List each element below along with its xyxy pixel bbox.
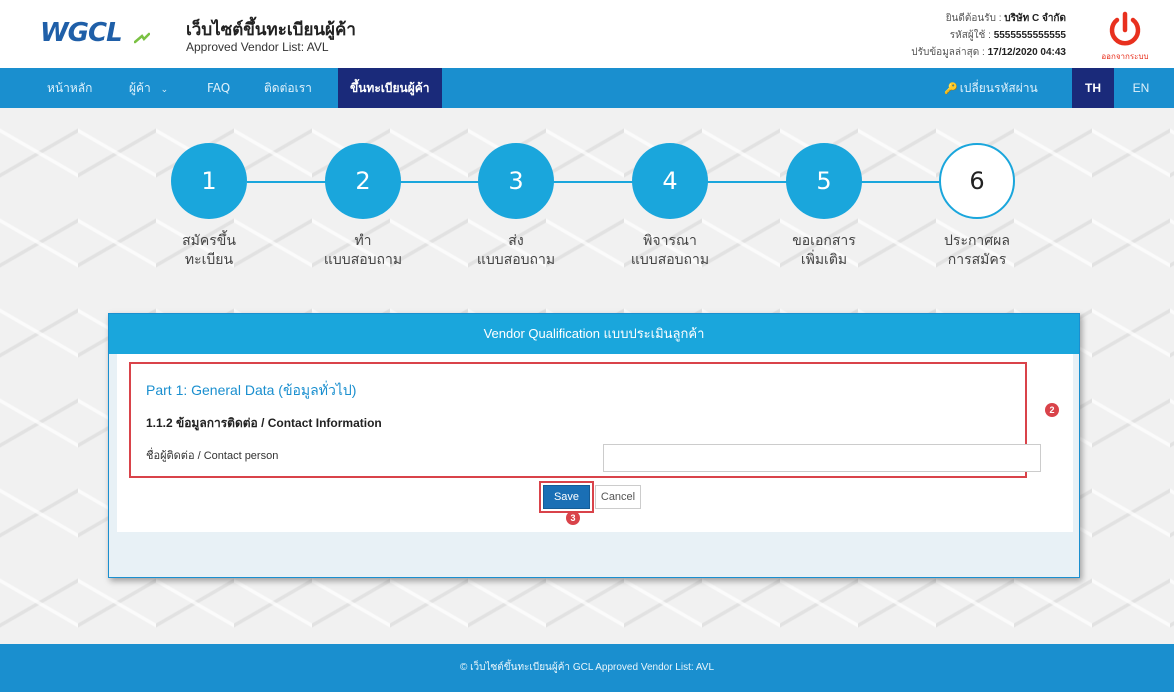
change-password-label: เปลี่ยนรหัสผ่าน xyxy=(959,81,1038,95)
annotation-badge-3: 3 xyxy=(566,511,580,525)
nav-contact[interactable]: ติดต่อเรา xyxy=(264,68,312,108)
step-1-circle: 1 xyxy=(171,143,247,219)
user-id-value: 5555555555555 xyxy=(993,30,1066,41)
logout-button[interactable]: ออกจากระบบ xyxy=(1090,10,1160,61)
site-title: เว็บไซต์ขึ้นทะเบียนผู้ค้า xyxy=(186,20,356,40)
welcome-company: บริษัท C จำกัด xyxy=(1004,13,1066,24)
step-3-label: ส่ง แบบสอบถาม xyxy=(476,233,556,268)
step-1-label: สมัครขึ้น ทะเบียน xyxy=(182,233,236,268)
wgcl-logo[interactable]: WGCL xyxy=(40,18,152,54)
logo-text: WGCL xyxy=(40,18,123,48)
nav-home[interactable]: หน้าหลัก xyxy=(47,68,92,108)
logout-label: ออกจากระบบ xyxy=(1101,52,1149,61)
step-2-label: ทำ แบบสอบถาม xyxy=(323,233,403,268)
main-nav: หน้าหลัก ผู้ค้า ⌄ FAQ ติดต่อเรา ขึ้นทะเบ… xyxy=(0,68,1174,108)
nav-vendor-label: ผู้ค้า xyxy=(129,81,151,95)
contact-person-label: ชื่อผู้ติดต่อ / Contact person xyxy=(146,450,279,462)
step-2-circle: 2 xyxy=(325,143,401,219)
panel-title: Vendor Qualification แบบประเมินลูกค้า xyxy=(109,314,1079,354)
user-info: ยินดีต้อนรับ : บริษัท C จำกัด รหัสผู้ใช้… xyxy=(911,10,1066,61)
site-subtitle: Approved Vendor List: AVL xyxy=(186,40,329,54)
nav-faq[interactable]: FAQ xyxy=(207,68,230,108)
logo-arrow-icon xyxy=(134,32,150,44)
page-header: WGCL เว็บไซต์ขึ้นทะเบียนผู้ค้า Approved … xyxy=(0,0,1174,68)
annotation-badge-2: 2 xyxy=(1045,403,1059,417)
cancel-button[interactable]: Cancel xyxy=(595,485,641,509)
step-4-circle: 4 xyxy=(632,143,708,219)
page-footer: © เว็บไซต์ขึ้นทะเบียนผู้ค้า GCL Approved… xyxy=(0,644,1174,692)
key-icon: 🔑 xyxy=(944,82,958,95)
nav-register-vendor[interactable]: ขึ้นทะเบียนผู้ค้า xyxy=(338,68,442,108)
lang-en-button[interactable]: EN xyxy=(1120,68,1162,108)
last-updated-value: 17/12/2020 04:43 xyxy=(987,47,1066,58)
user-id-line: รหัสผู้ใช้ : 5555555555555 xyxy=(949,30,1066,41)
step-4-label: พิจารณา แบบสอบถาม xyxy=(630,233,710,268)
contact-person-input[interactable] xyxy=(603,444,1041,472)
step-6-label: ประกาศผล การสมัคร xyxy=(944,233,1010,268)
step-5-circle: 5 xyxy=(786,143,862,219)
section-title: 1.1.2 ข้อมูลการติดต่อ / Contact Informat… xyxy=(146,416,382,430)
part-title: Part 1: General Data (ข้อมูลทั่วไป) xyxy=(146,382,357,398)
step-6-circle: 6 xyxy=(939,143,1015,219)
last-updated-line: ปรับข้อมูลล่าสุด : 17/12/2020 04:43 xyxy=(911,47,1066,58)
chevron-down-icon: ⌄ xyxy=(160,85,169,95)
lang-th-button[interactable]: TH xyxy=(1072,68,1114,108)
change-password-link[interactable]: 🔑 เปลี่ยนรหัสผ่าน xyxy=(944,68,1038,108)
step-3-circle: 3 xyxy=(478,143,554,219)
power-icon xyxy=(1109,11,1141,46)
save-button[interactable]: Save xyxy=(543,485,590,509)
welcome-line: ยินดีต้อนรับ : บริษัท C จำกัด xyxy=(945,13,1066,24)
step-5-label: ขอเอกสาร เพิ่มเติม xyxy=(792,233,856,268)
nav-vendor[interactable]: ผู้ค้า ⌄ xyxy=(129,68,168,108)
